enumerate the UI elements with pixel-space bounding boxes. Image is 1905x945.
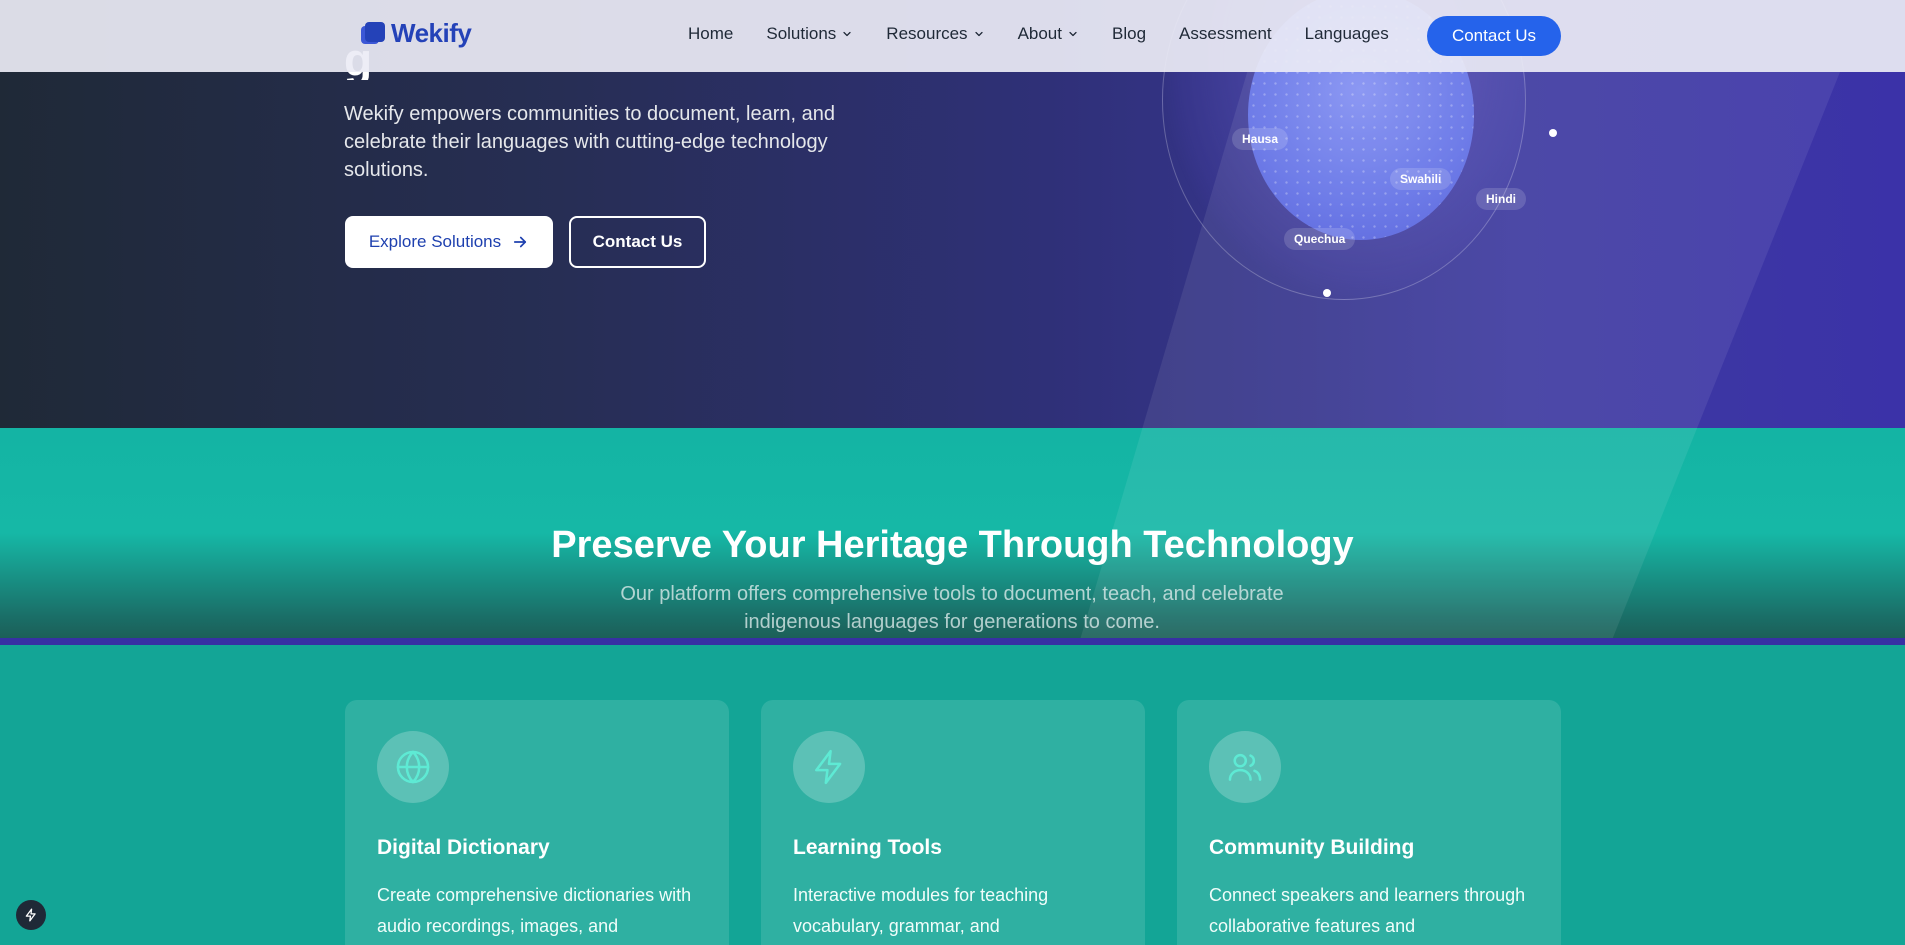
hero-subtitle: Wekify empowers communities to document,… xyxy=(344,103,835,181)
quick-action-button[interactable] xyxy=(16,900,46,930)
chevron-down-icon xyxy=(1069,31,1077,37)
language-chip-hausa: Hausa xyxy=(1232,128,1289,150)
users-icon xyxy=(1209,731,1281,803)
language-chip-hindi: Hindi xyxy=(1476,188,1526,210)
feature-card-title: Community Building xyxy=(1209,836,1415,859)
features-subtitle: Our platform offers comprehensive tools … xyxy=(620,583,1284,633)
nav-contact-button[interactable]: Contact Us xyxy=(1427,16,1561,56)
feature-card-description: Create comprehensive dictionaries with a… xyxy=(377,885,692,936)
feature-card-title: Digital Dictionary xyxy=(377,836,550,859)
feature-card-description: Interactive modules for teaching vocabul… xyxy=(793,885,1049,936)
nav-item-label: Assessment xyxy=(1179,24,1272,43)
orbit-dot xyxy=(1323,289,1331,297)
nav-item-resources[interactable]: Resources xyxy=(886,24,984,44)
brand-name: Wekify xyxy=(391,18,472,48)
lightning-icon xyxy=(793,731,865,803)
nav-item-label: Resources xyxy=(886,24,968,43)
nav-item-label: Languages xyxy=(1304,24,1389,43)
top-navigation: Wekify Home Solutions Resources About Bl… xyxy=(0,0,1905,72)
nav-menu: Home Solutions Resources About Blog Asse… xyxy=(688,24,1422,44)
nav-item-about[interactable]: About xyxy=(1018,24,1079,44)
explore-solutions-label: Explore Solutions xyxy=(368,232,502,251)
chevron-down-icon xyxy=(974,31,983,37)
nav-item-label: Blog xyxy=(1112,24,1147,43)
lightning-icon xyxy=(25,908,36,922)
feature-card-dictionary[interactable]: Digital Dictionary Create comprehensive … xyxy=(345,700,729,945)
brand-logo[interactable]: Wekify xyxy=(361,18,472,49)
nav-item-blog[interactable]: Blog xyxy=(1112,24,1146,44)
feature-card-learning[interactable]: Learning Tools Interactive modules for t… xyxy=(761,700,1145,945)
nav-item-solutions[interactable]: Solutions xyxy=(766,24,853,44)
nav-item-assessment[interactable]: Assessment xyxy=(1179,24,1272,44)
feature-card-description: Connect speakers and learners through co… xyxy=(1209,885,1526,936)
explore-solutions-button[interactable]: Explore Solutions xyxy=(345,216,553,268)
nav-item-label: Home xyxy=(688,24,734,43)
nav-item-label: Solutions xyxy=(766,24,837,43)
feature-card-title: Learning Tools xyxy=(793,836,942,859)
hero-contact-button[interactable]: Contact Us xyxy=(569,216,706,268)
nav-item-home[interactable]: Home xyxy=(688,24,733,44)
arrow-right-icon xyxy=(514,236,527,248)
chevron-down-icon xyxy=(843,31,851,37)
section-divider xyxy=(0,638,1905,645)
logo-mark-icon xyxy=(361,21,385,46)
orbit-dot xyxy=(1549,129,1557,137)
features-title: Preserve Your Heritage Through Technolog… xyxy=(551,524,1354,566)
feature-card-community[interactable]: Community Building Connect speakers and … xyxy=(1177,700,1561,945)
language-chip-swahili: Swahili xyxy=(1390,168,1452,190)
globe-icon xyxy=(377,731,449,803)
nav-item-languages[interactable]: Languages xyxy=(1305,24,1389,44)
nav-item-label: About xyxy=(1017,24,1062,43)
language-chip-quechua: Quechua xyxy=(1284,228,1356,250)
